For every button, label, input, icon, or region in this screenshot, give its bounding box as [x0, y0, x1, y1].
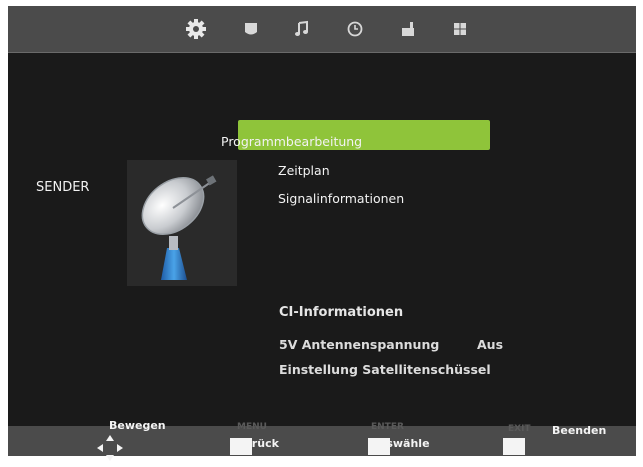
hint-back-key: MENU [237, 422, 267, 432]
dpad-icon [97, 435, 123, 461]
hint-select-label: Auswähle [370, 437, 430, 450]
setting-antennenspannung-label[interactable]: 5V Antennenspannung [279, 337, 439, 352]
grid-icon[interactable] [449, 18, 471, 40]
lock-icon[interactable] [397, 18, 419, 40]
gear-icon[interactable] [185, 18, 207, 40]
clock-icon[interactable] [344, 18, 366, 40]
osd-menu: SENDER Programmbearbeitung Zeitplan Sign… [8, 6, 636, 461]
hint-back-label: Zurück [236, 437, 279, 450]
exit-key-button[interactable] [503, 438, 525, 455]
hint-exit-key: EXIT [508, 424, 531, 434]
menu-item-programmbearbeitung[interactable]: Programmbearbeitung [221, 134, 362, 149]
music-note-icon[interactable] [291, 18, 313, 40]
hint-exit-label: Beenden [552, 424, 607, 437]
hint-move-label: Bewegen [109, 419, 166, 432]
ci-section-label[interactable]: CI-Informationen [279, 305, 403, 320]
hint-select-key: ENTER [371, 422, 404, 432]
menu-tab-bar [8, 6, 636, 52]
menu-item-zeitplan[interactable]: Zeitplan [278, 163, 330, 178]
menu-item-signalinformationen[interactable]: Signalinformationen [278, 191, 404, 206]
picture-icon[interactable] [240, 18, 262, 40]
setting-antennenspannung-value[interactable]: Aus [477, 337, 503, 352]
top-divider [8, 52, 636, 53]
tv-screen: SENDER Programmbearbeitung Zeitplan Sign… [0, 0, 643, 467]
setting-satellitenschuessel-label[interactable]: Einstellung Satellitenschüssel [279, 362, 491, 377]
category-label: SENDER [36, 180, 90, 195]
satellite-dish-icon [127, 160, 237, 286]
